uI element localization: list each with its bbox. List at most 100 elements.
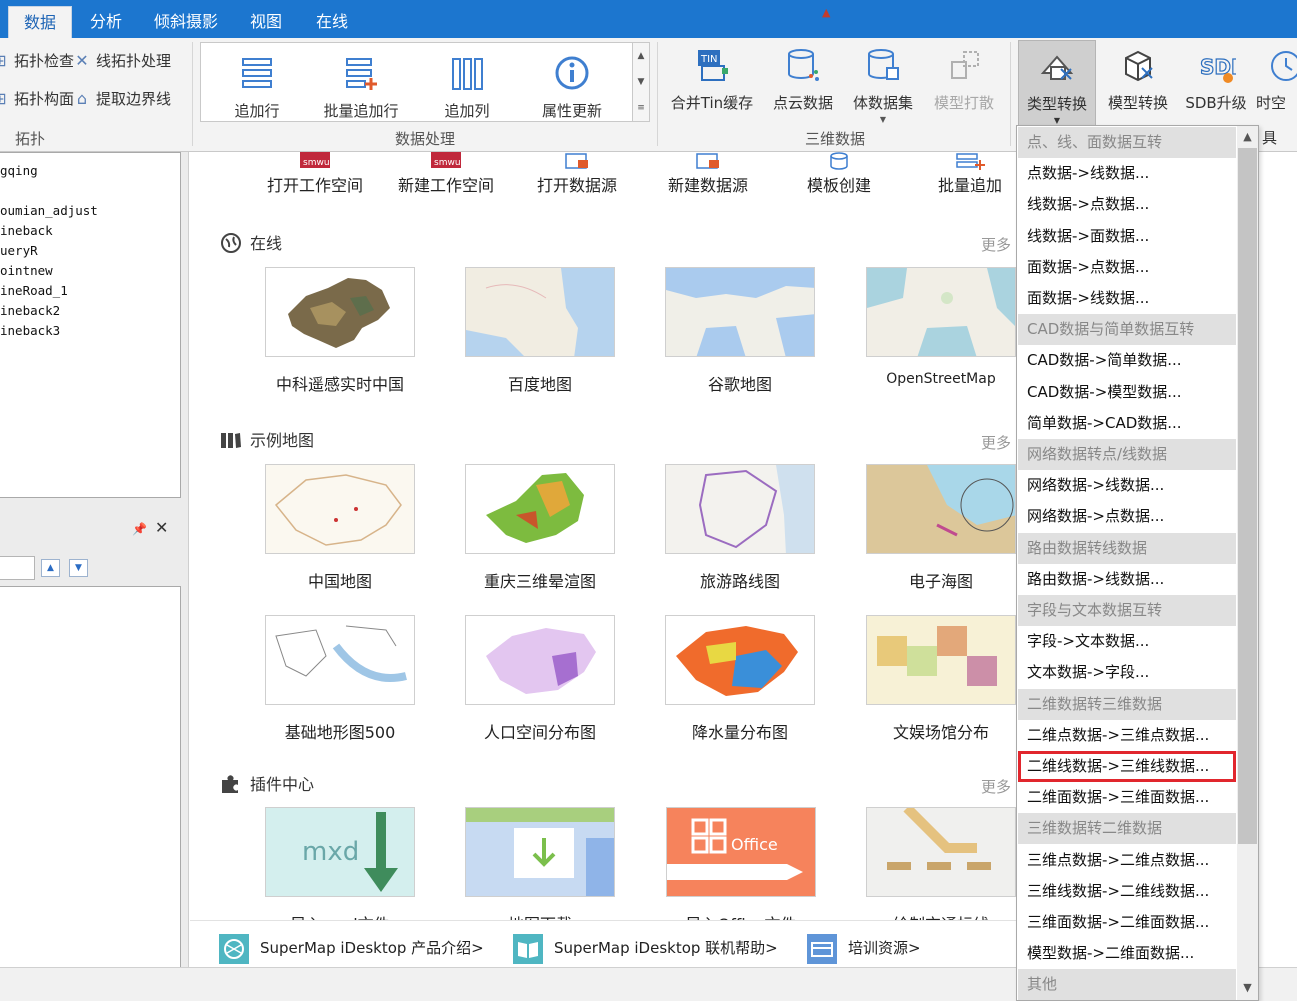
map-card[interactable]: 重庆三维晕渲图	[465, 464, 615, 592]
tab-oblique-photography[interactable]: 倾斜摄影	[146, 6, 226, 38]
gallery-up-icon[interactable]: ▲	[633, 43, 649, 69]
tree-item[interactable]: ueryR	[0, 241, 180, 261]
point-cloud-button[interactable]: 点云数据	[766, 46, 840, 113]
more-link-samples[interactable]: 更多	[981, 432, 1011, 453]
map-card[interactable]: 人口空间分布图	[465, 615, 615, 743]
menu-item[interactable]: 线数据->面数据...	[1018, 221, 1236, 252]
menu-item[interactable]: 三维线数据->二维线数据...	[1018, 876, 1236, 907]
sdb-upgrade-button[interactable]: SDB SDB升级	[1182, 46, 1250, 113]
map-card[interactable]: 旅游路线图	[665, 464, 815, 592]
scroll-thumb[interactable]	[1238, 148, 1257, 844]
tab-analysis[interactable]: 分析	[80, 6, 132, 38]
map-card[interactable]: 降水量分布图	[665, 615, 815, 743]
plugin-card[interactable]: mxd 导入mxd文件	[265, 807, 415, 935]
plugin-card[interactable]: Office 导入Office文件	[666, 807, 816, 935]
tree-item[interactable]: ineback	[0, 221, 180, 241]
dropdown-scrollbar[interactable]: ▲ ▼	[1237, 126, 1258, 1000]
batch-append-action[interactable]: 批量追加	[905, 152, 1018, 196]
plugin-card[interactable]: 地图下载	[465, 807, 615, 935]
topology-check-button[interactable]: ⊞ 拓扑检查	[0, 48, 74, 74]
menu-item[interactable]: 线数据->点数据...	[1018, 189, 1236, 220]
tree-item[interactable]	[0, 181, 180, 201]
merge-tin-cache-button[interactable]: TIN 合并Tin缓存	[668, 46, 756, 113]
extract-boundary-button[interactable]: ⌂ 提取边界线	[72, 86, 171, 112]
online-help-link[interactable]: SuperMap iDesktop 联机帮助>	[512, 929, 778, 967]
tree-item[interactable]: gqing	[0, 161, 180, 181]
tree-item[interactable]: ointnew	[0, 261, 180, 281]
plugin-card[interactable]: 绘制交通标线	[866, 807, 1016, 935]
append-column-button[interactable]: 追加列	[430, 54, 504, 121]
map-card[interactable]: 中国地图	[265, 464, 415, 592]
menu-item[interactable]: 点数据->线数据...	[1018, 158, 1236, 189]
boundary-icon: ⌂	[76, 89, 88, 108]
gallery-down-icon[interactable]: ▼	[633, 69, 649, 95]
menu-item[interactable]: 字段->文本数据...	[1018, 626, 1236, 657]
close-icon[interactable]: ✕	[155, 518, 168, 537]
supermap-logo-icon	[219, 933, 249, 964]
product-intro-link[interactable]: SuperMap iDesktop 产品介绍>	[218, 929, 484, 967]
topology-build-polygon-button[interactable]: ⊞ 拓扑构面	[0, 86, 74, 112]
tab-view[interactable]: 视图	[240, 6, 292, 38]
gallery-expand-icon[interactable]: ≡	[633, 95, 649, 121]
menu-item[interactable]: 三维点数据->二维点数据...	[1018, 845, 1236, 876]
menu-item[interactable]: 模型数据->二维面数据...	[1018, 938, 1236, 969]
scroll-down-icon[interactable]: ▼	[1237, 978, 1258, 998]
move-up-icon[interactable]: ▲	[41, 559, 60, 577]
smwu-icon: smwu	[300, 152, 330, 168]
new-workspace-action[interactable]: smwu 新建工作空间	[381, 152, 511, 196]
gallery-scroll[interactable]: ▲ ▼ ≡	[632, 42, 650, 122]
model-explode-icon	[951, 51, 979, 79]
attribute-update-button[interactable]: 属性更新	[530, 54, 614, 121]
pane-search-input[interactable]	[0, 556, 35, 580]
model-convert-button[interactable]: 模型转换	[1100, 46, 1176, 113]
line-topology-button[interactable]: ✕ 线拓扑处理	[72, 48, 171, 74]
tree-item[interactable]: ineRoad_1	[0, 281, 180, 301]
move-down-icon[interactable]: ▼	[69, 559, 88, 577]
model-explode-button[interactable]: 模型打散	[928, 46, 1000, 113]
tab-data[interactable]: 数据	[8, 6, 72, 38]
menu-item[interactable]: 网络数据->线数据...	[1018, 470, 1236, 501]
menu-item[interactable]: 三维面数据->二维面数据...	[1018, 907, 1236, 938]
map-card[interactable]: 中科遥感实时中国	[265, 267, 415, 395]
tab-online[interactable]: 在线	[306, 6, 358, 38]
tree-item[interactable]: ineback3	[0, 321, 180, 341]
template-create-action[interactable]: 模板创建	[774, 152, 904, 196]
menu-item[interactable]: CAD数据->简单数据...	[1018, 345, 1236, 376]
menu-item[interactable]: 网络数据->点数据...	[1018, 501, 1236, 532]
more-link-plugins[interactable]: 更多	[981, 776, 1011, 797]
menu-item[interactable]: 简单数据->CAD数据...	[1018, 408, 1236, 439]
mxd-label: mxd	[302, 837, 359, 867]
menu-item[interactable]: 二维线数据->三维线数据...	[1018, 751, 1236, 782]
batch-append-row-button[interactable]: 批量追加行	[314, 54, 408, 121]
append-row-button[interactable]: 追加行	[220, 54, 294, 121]
map-card[interactable]: OpenStreetMap	[866, 267, 1016, 387]
map-card[interactable]: 百度地图	[465, 267, 615, 395]
map-thumbnail	[265, 615, 415, 705]
open-datasource-action[interactable]: 打开数据源	[512, 152, 642, 196]
svg-text:smwu: smwu	[303, 158, 330, 168]
type-convert-button[interactable]: 类型转换 ▼	[1018, 40, 1096, 126]
menu-item[interactable]: 文本数据->字段...	[1018, 657, 1236, 688]
menu-item[interactable]: 二维点数据->三维点数据...	[1018, 720, 1236, 751]
pin-icon[interactable]: 📌	[132, 522, 147, 536]
map-card[interactable]: 电子海图	[866, 464, 1016, 592]
scroll-up-icon[interactable]: ▲	[1237, 127, 1258, 147]
menu-item[interactable]: 二维面数据->三维面数据...	[1018, 782, 1236, 813]
menu-item[interactable]: CAD数据->模型数据...	[1018, 377, 1236, 408]
map-card[interactable]: 基础地形图500	[265, 615, 415, 743]
tree-item[interactable]: oumian_adjust	[0, 201, 180, 221]
map-thumbnail	[465, 464, 615, 554]
new-datasource-action[interactable]: 新建数据源	[643, 152, 773, 196]
menu-item[interactable]: 路由数据->线数据...	[1018, 564, 1236, 595]
menu-item[interactable]: 面数据->点数据...	[1018, 252, 1236, 283]
spacetime-button[interactable]: 时空	[1256, 46, 1297, 113]
tree-item[interactable]: ineback2	[0, 301, 180, 321]
more-link-online[interactable]: 更多	[981, 234, 1011, 255]
volume-dataset-button[interactable]: 体数据集 ▼	[848, 46, 918, 124]
menu-item[interactable]: 面数据->线数据...	[1018, 283, 1236, 314]
sdb-upgrade-icon: SDB	[1199, 54, 1236, 83]
map-card[interactable]: 文娱场馆分布	[866, 615, 1016, 743]
open-workspace-action[interactable]: smwu 打开工作空间	[250, 152, 380, 196]
training-resources-link[interactable]: 培训资源>	[806, 929, 921, 967]
map-card[interactable]: 谷歌地图	[665, 267, 815, 395]
